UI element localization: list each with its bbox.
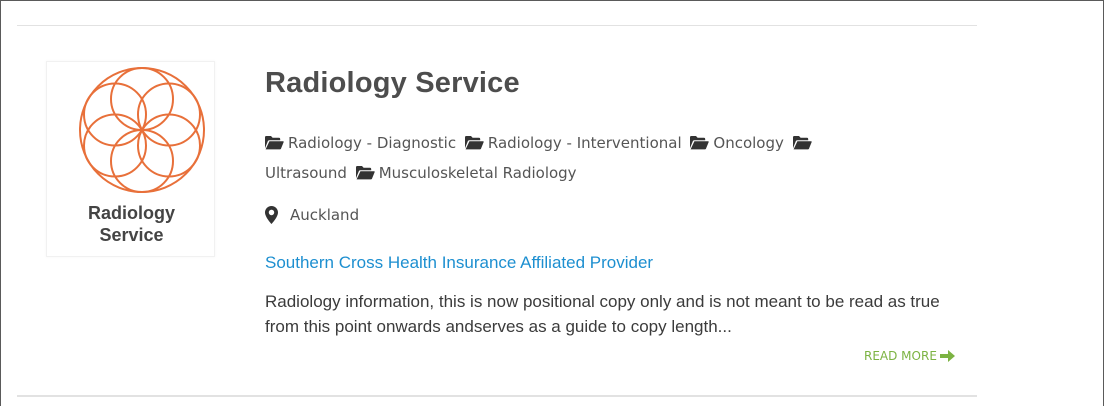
listing-title[interactable]: Radiology Service bbox=[265, 67, 520, 100]
location: Auckland bbox=[265, 206, 359, 224]
category-label: Oncology bbox=[713, 134, 784, 152]
logo-line-1: Radiology bbox=[87, 203, 175, 223]
category-list: Radiology - Diagnostic Radiology - Inter… bbox=[265, 128, 905, 188]
folder-icon bbox=[355, 166, 375, 180]
category-item[interactable]: Musculoskeletal Radiology bbox=[355, 164, 581, 182]
category-item[interactable]: Ultrasound bbox=[265, 164, 351, 182]
logo-wordmark: Radiology Service bbox=[47, 202, 216, 246]
arrow-right-icon bbox=[939, 350, 955, 362]
folder-icon[interactable] bbox=[792, 135, 812, 150]
category-label: Ultrasound bbox=[265, 164, 347, 182]
category-label: Radiology - Interventional bbox=[487, 134, 682, 152]
folder-icon bbox=[690, 136, 710, 150]
category-label: Musculoskeletal Radiology bbox=[378, 164, 577, 182]
location-label: Auckland bbox=[290, 206, 360, 224]
folder-icon bbox=[464, 136, 484, 150]
category-label: Radiology - Diagnostic bbox=[288, 134, 457, 152]
map-pin-icon bbox=[265, 206, 278, 224]
bottom-divider bbox=[17, 395, 977, 397]
read-more-link[interactable]: READ MORE bbox=[864, 349, 955, 363]
affiliate-provider-link[interactable]: Southern Cross Health Insurance Affiliat… bbox=[265, 253, 653, 273]
listing-description: Radiology information, this is now posit… bbox=[265, 292, 940, 336]
folder-icon bbox=[265, 136, 284, 150]
provider-logo[interactable]: Radiology Service bbox=[46, 61, 215, 257]
flower-of-life-icon bbox=[79, 67, 205, 193]
category-item[interactable]: Radiology - Diagnostic bbox=[265, 134, 460, 152]
top-divider bbox=[17, 25, 977, 26]
category-item[interactable]: Oncology bbox=[690, 134, 787, 152]
read-more-label: READ MORE bbox=[864, 349, 937, 363]
logo-line-2: Service bbox=[99, 225, 164, 245]
category-item[interactable]: Radiology - Interventional bbox=[464, 134, 686, 152]
